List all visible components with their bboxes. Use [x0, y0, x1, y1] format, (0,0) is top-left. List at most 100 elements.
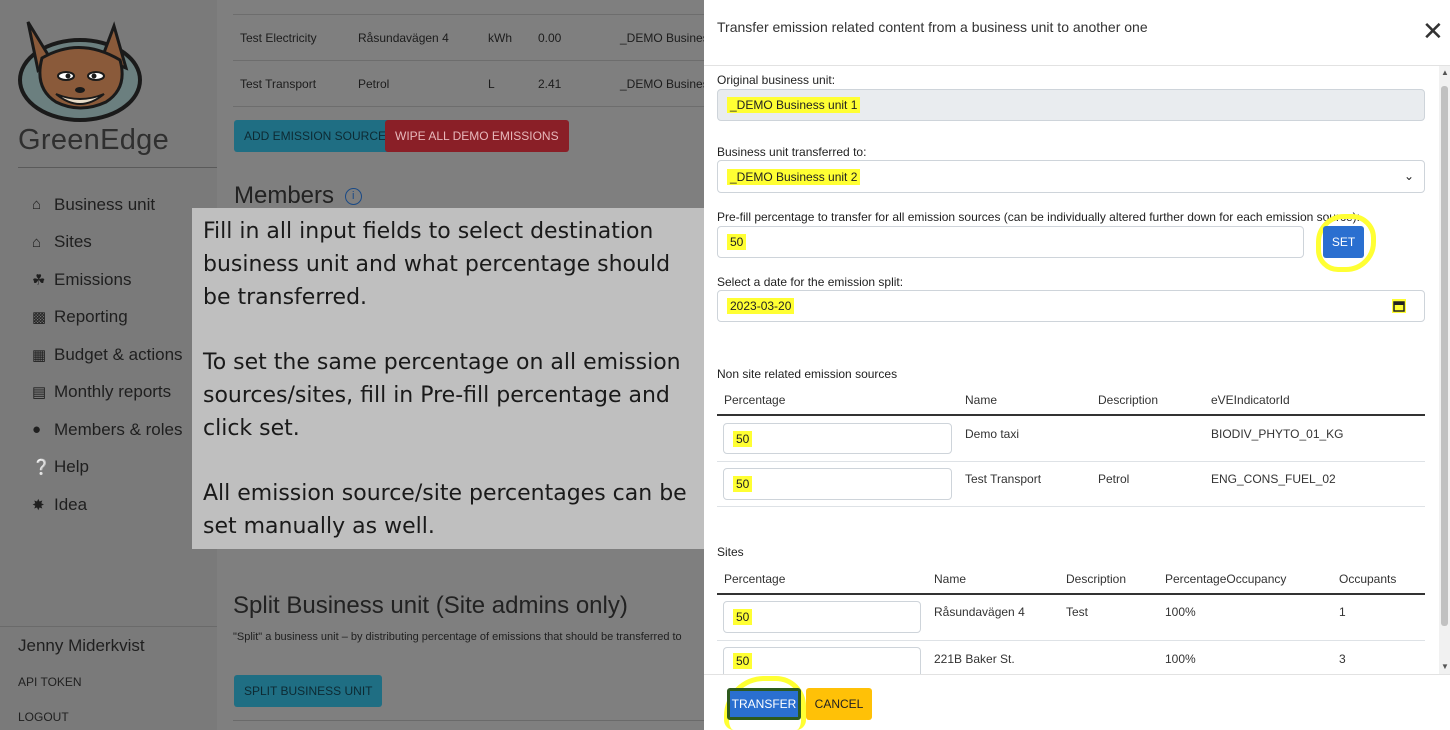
sidebar-item-reporting[interactable]: ▩ Reporting: [32, 299, 183, 337]
sidebar-item-label: Budget & actions: [54, 344, 183, 364]
cell-occupants: 1: [1339, 605, 1346, 619]
original-bu-field: _DEMO Business unit 1: [717, 89, 1425, 121]
sidebar-item-help[interactable]: ❔ Help: [32, 449, 183, 487]
user-name: Jenny Miderkvist: [18, 636, 145, 655]
wipe-demo-emissions-button[interactable]: WIPE ALL DEMO EMISSIONS: [385, 120, 569, 152]
sidebar-item-sites[interactable]: ⌂ Sites: [32, 224, 183, 262]
column-header: Description: [1098, 393, 1159, 407]
sidebar-item-label: Reporting: [54, 307, 128, 327]
set-button[interactable]: SET: [1323, 226, 1364, 258]
cell-description: Råsundavägen 4: [358, 31, 449, 45]
sidebar: GreenEdge ⌂ Business unit ⌂ Sites ☘ Emis…: [0, 0, 217, 730]
api-token-link[interactable]: API TOKEN: [18, 675, 82, 689]
cancel-button[interactable]: CANCEL: [806, 688, 872, 720]
cell-description: Test: [1066, 605, 1089, 619]
house-icon: ⌂: [32, 233, 42, 251]
column-header: Occupants: [1339, 572, 1397, 586]
site-percentage-input[interactable]: 50: [723, 647, 921, 674]
nonsite-percentage-input[interactable]: 50: [723, 423, 952, 454]
divider: [704, 674, 1450, 675]
sidebar-item-label: Help: [54, 457, 89, 477]
cell-unit: kWh: [488, 31, 512, 45]
column-header: eVEIndicatorId: [1211, 393, 1290, 407]
divider: [704, 65, 1450, 66]
percentage-value: 50: [733, 430, 753, 447]
fox-logo: [18, 21, 142, 122]
users-icon: ●: [32, 421, 42, 439]
divider: [0, 626, 217, 627]
table-row[interactable]: Test Electricity Råsundavägen 4 kWh 0.00…: [233, 14, 713, 60]
sidebar-nav: ⌂ Business unit ⌂ Sites ☘ Emissions ▩ Re…: [32, 186, 183, 524]
close-icon[interactable]: ✕: [1422, 18, 1444, 44]
split-business-unit-button[interactable]: SPLIT BUSINESS UNIT: [234, 675, 383, 707]
scroll-down-icon[interactable]: ▼: [1441, 662, 1449, 671]
instruction-callout: Fill in all input fields to select desti…: [192, 208, 706, 549]
column-header: Percentage: [724, 572, 786, 586]
add-emission-source-button[interactable]: ADD EMISSION SOURCE: [234, 120, 397, 152]
sidebar-item-idea[interactable]: ✸ Idea: [32, 486, 183, 524]
sidebar-item-label: Sites: [54, 232, 92, 252]
sidebar-item-monthly-reports[interactable]: ▤ Monthly reports: [32, 374, 183, 412]
split-date-input[interactable]: 2023-03-20: [717, 290, 1425, 322]
column-header: Description: [1066, 572, 1127, 586]
cell-name: 221B Baker St.: [934, 652, 1015, 666]
target-bu-value: _DEMO Business unit 2: [727, 168, 861, 185]
split-heading: Split Business unit (Site admins only): [233, 592, 628, 619]
question-icon: ❔: [32, 459, 51, 477]
scroll-thumb[interactable]: [1441, 86, 1448, 626]
sidebar-item-label: Idea: [54, 494, 88, 514]
sidebar-item-business-unit[interactable]: ⌂ Business unit: [32, 186, 183, 224]
modal-scrollbar[interactable]: ▲ ▼: [1439, 66, 1450, 674]
cell-name: Råsundavägen 4: [934, 605, 1025, 619]
divider: [717, 506, 1425, 507]
instruction-text: Fill in all input fields to select desti…: [203, 219, 671, 310]
sidebar-item-members[interactable]: ● Members & roles: [32, 411, 183, 449]
divider: [717, 414, 1425, 416]
cell-name: Test Transport: [965, 472, 1042, 486]
target-bu-label: Business unit transferred to:: [717, 145, 867, 159]
scroll-up-icon[interactable]: ▲: [1441, 68, 1449, 77]
brand-name: GreenEdge: [18, 124, 170, 156]
column-header: Name: [934, 572, 967, 586]
cell-description: Petrol: [1098, 472, 1130, 486]
percentage-value: 50: [733, 609, 753, 625]
sidebar-item-budget[interactable]: ▦ Budget & actions: [32, 336, 183, 374]
date-value: 2023-03-20: [727, 298, 795, 314]
members-title: Members: [234, 182, 335, 209]
split-description: "Split" a business unit – by distributin…: [233, 631, 682, 643]
cell-value: 2.41: [538, 77, 562, 91]
target-bu-select[interactable]: _DEMO Business unit 2 ⌄: [717, 160, 1425, 193]
home-icon: ⌂: [32, 196, 42, 214]
prefill-percentage-input[interactable]: 50: [717, 226, 1304, 258]
chevron-down-icon: ⌄: [1403, 169, 1414, 183]
sidebar-item-label: Business unit: [54, 194, 156, 214]
sites-title: Sites: [717, 545, 744, 559]
instruction-text: All emission source/site percentages can…: [203, 481, 687, 539]
transfer-modal: Transfer emission related content from a…: [704, 0, 1450, 730]
members-heading: Members i: [234, 182, 362, 210]
nonsite-title: Non site related emission sources: [717, 367, 898, 381]
calculator-icon: ▦: [32, 346, 47, 364]
column-header: Name: [965, 393, 998, 407]
divider: [717, 461, 1425, 462]
logout-link[interactable]: LOGOUT: [18, 710, 69, 724]
transfer-button[interactable]: TRANSFER: [727, 688, 801, 720]
table-row[interactable]: Test Transport Petrol L 2.41 _DEMO Busin…: [233, 60, 713, 106]
column-header: PercentageOccupancy: [1165, 572, 1287, 586]
sidebar-item-label: Members & roles: [54, 419, 183, 439]
divider: [233, 106, 713, 107]
original-bu-value: _DEMO Business unit 1: [727, 97, 861, 113]
seedling-icon: ☘: [32, 271, 46, 289]
instruction-text: To set the same percentage on all emissi…: [203, 350, 681, 441]
sidebar-item-emissions[interactable]: ☘ Emissions: [32, 261, 183, 299]
calendar-icon[interactable]: [1392, 299, 1406, 313]
cell-value: 0.00: [538, 31, 562, 45]
cell-indicator-id: BIODIV_PHYTO_01_KG: [1211, 427, 1344, 441]
cell-description: Petrol: [358, 77, 390, 91]
cell-name: Test Electricity: [240, 31, 317, 45]
nonsite-percentage-input[interactable]: 50: [723, 468, 952, 500]
prefill-label: Pre-fill percentage to transfer for all …: [717, 210, 1360, 224]
cell-name: Test Transport: [240, 77, 317, 91]
info-icon[interactable]: i: [344, 188, 362, 206]
site-percentage-input[interactable]: 50: [723, 601, 921, 633]
